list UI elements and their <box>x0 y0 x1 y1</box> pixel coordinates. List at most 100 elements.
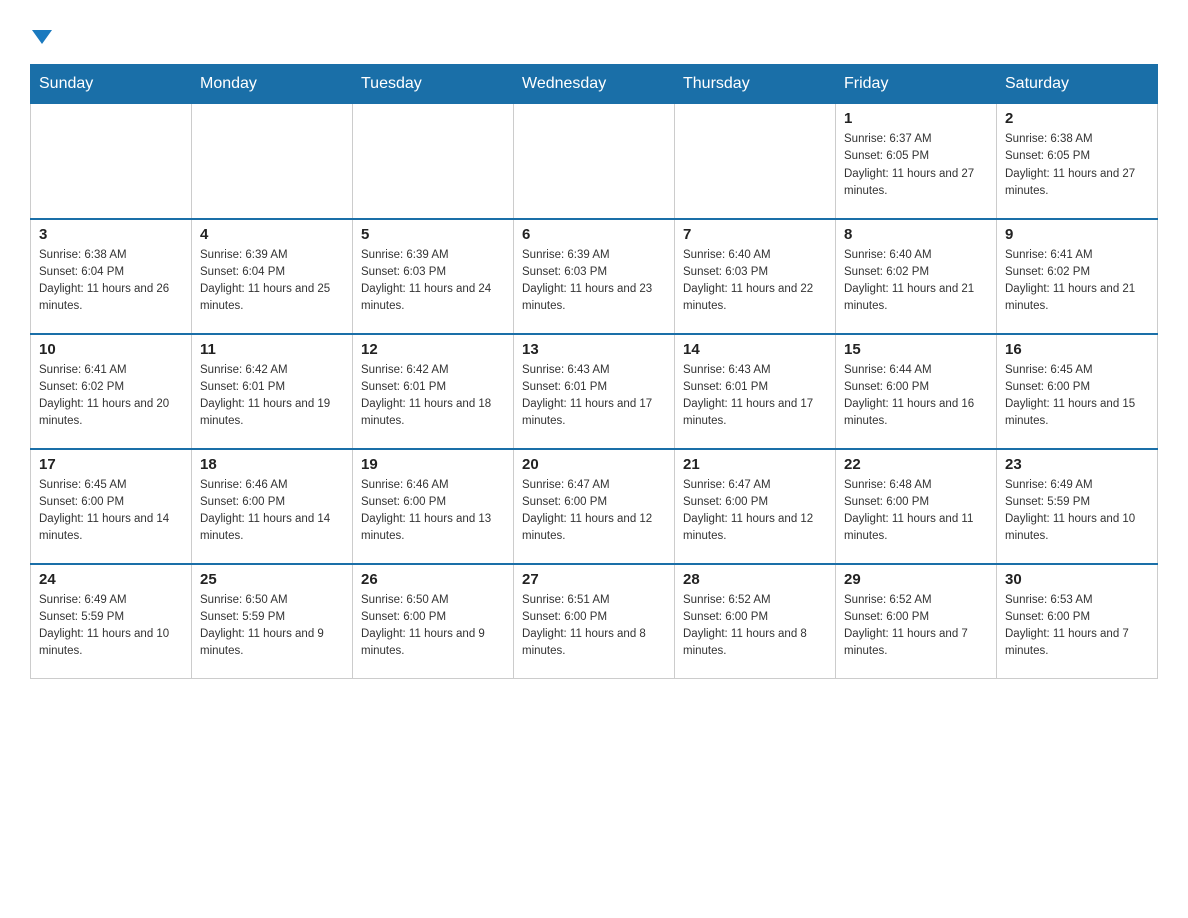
calendar-cell: 15 Sunrise: 6:44 AM Sunset: 6:00 PM Dayli… <box>836 334 997 449</box>
day-info: Sunrise: 6:45 AM Sunset: 6:00 PM Dayligh… <box>1005 362 1149 431</box>
logo <box>30 30 54 44</box>
calendar-week-row: 24 Sunrise: 6:49 AM Sunset: 5:59 PM Dayli… <box>31 564 1158 679</box>
day-number: 29 <box>844 571 988 588</box>
column-header-sunday: Sunday <box>31 65 192 104</box>
calendar-cell: 23 Sunrise: 6:49 AM Sunset: 5:59 PM Dayli… <box>997 449 1158 564</box>
day-number: 13 <box>522 341 666 358</box>
day-number: 23 <box>1005 456 1149 473</box>
day-info: Sunrise: 6:43 AM Sunset: 6:01 PM Dayligh… <box>683 362 827 431</box>
day-number: 9 <box>1005 226 1149 243</box>
day-number: 11 <box>200 341 344 358</box>
calendar-cell: 3 Sunrise: 6:38 AM Sunset: 6:04 PM Daylig… <box>31 219 192 334</box>
calendar-cell: 19 Sunrise: 6:46 AM Sunset: 6:00 PM Dayli… <box>353 449 514 564</box>
day-info: Sunrise: 6:45 AM Sunset: 6:00 PM Dayligh… <box>39 477 183 546</box>
day-info: Sunrise: 6:52 AM Sunset: 6:00 PM Dayligh… <box>844 592 988 661</box>
calendar-cell: 22Sunrise: 6:48 AM Sunset: 6:00 PM Dayli… <box>836 449 997 564</box>
calendar-cell: 12 Sunrise: 6:42 AM Sunset: 6:01 PM Dayli… <box>353 334 514 449</box>
calendar-cell: 9 Sunrise: 6:41 AM Sunset: 6:02 PM Daylig… <box>997 219 1158 334</box>
calendar-cell <box>675 104 836 219</box>
calendar-cell: 17 Sunrise: 6:45 AM Sunset: 6:00 PM Dayli… <box>31 449 192 564</box>
day-number: 6 <box>522 226 666 243</box>
day-number: 10 <box>39 341 183 358</box>
day-number: 5 <box>361 226 505 243</box>
calendar-cell <box>353 104 514 219</box>
day-number: 27 <box>522 571 666 588</box>
calendar-week-row: 1Sunrise: 6:37 AM Sunset: 6:05 PM Daylig… <box>31 104 1158 219</box>
calendar-cell <box>31 104 192 219</box>
day-number: 15 <box>844 341 988 358</box>
calendar-cell: 5 Sunrise: 6:39 AM Sunset: 6:03 PM Daylig… <box>353 219 514 334</box>
day-number: 25 <box>200 571 344 588</box>
day-info: Sunrise: 6:42 AM Sunset: 6:01 PM Dayligh… <box>361 362 505 431</box>
day-info: Sunrise: 6:40 AM Sunset: 6:02 PM Dayligh… <box>844 247 988 316</box>
day-info: Sunrise: 6:49 AM Sunset: 5:59 PM Dayligh… <box>39 592 183 661</box>
calendar-cell: 20 Sunrise: 6:47 AM Sunset: 6:00 PM Dayli… <box>514 449 675 564</box>
day-info: Sunrise: 6:52 AM Sunset: 6:00 PM Dayligh… <box>683 592 827 661</box>
calendar-cell: 18 Sunrise: 6:46 AM Sunset: 6:00 PM Dayli… <box>192 449 353 564</box>
calendar-week-row: 3 Sunrise: 6:38 AM Sunset: 6:04 PM Daylig… <box>31 219 1158 334</box>
calendar-week-row: 10 Sunrise: 6:41 AM Sunset: 6:02 PM Dayli… <box>31 334 1158 449</box>
day-number: 8 <box>844 226 988 243</box>
day-info: Sunrise: 6:49 AM Sunset: 5:59 PM Dayligh… <box>1005 477 1149 546</box>
calendar-cell: 1Sunrise: 6:37 AM Sunset: 6:05 PM Daylig… <box>836 104 997 219</box>
day-info: Sunrise: 6:48 AM Sunset: 6:00 PM Dayligh… <box>844 477 988 546</box>
day-number: 4 <box>200 226 344 243</box>
calendar-cell: 11 Sunrise: 6:42 AM Sunset: 6:01 PM Dayli… <box>192 334 353 449</box>
calendar-cell: 13 Sunrise: 6:43 AM Sunset: 6:01 PM Dayli… <box>514 334 675 449</box>
column-header-monday: Monday <box>192 65 353 104</box>
calendar-cell: 24 Sunrise: 6:49 AM Sunset: 5:59 PM Dayli… <box>31 564 192 679</box>
calendar-cell: 4 Sunrise: 6:39 AM Sunset: 6:04 PM Daylig… <box>192 219 353 334</box>
day-info: Sunrise: 6:39 AM Sunset: 6:03 PM Dayligh… <box>361 247 505 316</box>
day-number: 16 <box>1005 341 1149 358</box>
day-number: 20 <box>522 456 666 473</box>
day-info: Sunrise: 6:41 AM Sunset: 6:02 PM Dayligh… <box>39 362 183 431</box>
column-header-saturday: Saturday <box>997 65 1158 104</box>
day-info: Sunrise: 6:42 AM Sunset: 6:01 PM Dayligh… <box>200 362 344 431</box>
day-info: Sunrise: 6:47 AM Sunset: 6:00 PM Dayligh… <box>683 477 827 546</box>
day-number: 2 <box>1005 110 1149 127</box>
column-header-tuesday: Tuesday <box>353 65 514 104</box>
day-number: 26 <box>361 571 505 588</box>
day-info: Sunrise: 6:51 AM Sunset: 6:00 PM Dayligh… <box>522 592 666 661</box>
day-number: 21 <box>683 456 827 473</box>
calendar-cell: 21 Sunrise: 6:47 AM Sunset: 6:00 PM Dayli… <box>675 449 836 564</box>
calendar-cell: 28Sunrise: 6:52 AM Sunset: 6:00 PM Dayli… <box>675 564 836 679</box>
calendar-cell: 6 Sunrise: 6:39 AM Sunset: 6:03 PM Daylig… <box>514 219 675 334</box>
day-info: Sunrise: 6:43 AM Sunset: 6:01 PM Dayligh… <box>522 362 666 431</box>
day-number: 3 <box>39 226 183 243</box>
day-number: 12 <box>361 341 505 358</box>
calendar-table: SundayMondayTuesdayWednesdayThursdayFrid… <box>30 64 1158 679</box>
column-header-thursday: Thursday <box>675 65 836 104</box>
calendar-cell: 2Sunrise: 6:38 AM Sunset: 6:05 PM Daylig… <box>997 104 1158 219</box>
calendar-cell: 14 Sunrise: 6:43 AM Sunset: 6:01 PM Dayli… <box>675 334 836 449</box>
calendar-cell: 16 Sunrise: 6:45 AM Sunset: 6:00 PM Dayli… <box>997 334 1158 449</box>
day-number: 14 <box>683 341 827 358</box>
day-info: Sunrise: 6:53 AM Sunset: 6:00 PM Dayligh… <box>1005 592 1149 661</box>
day-number: 18 <box>200 456 344 473</box>
day-info: Sunrise: 6:50 AM Sunset: 6:00 PM Dayligh… <box>361 592 505 661</box>
day-info: Sunrise: 6:40 AM Sunset: 6:03 PM Dayligh… <box>683 247 827 316</box>
day-info: Sunrise: 6:44 AM Sunset: 6:00 PM Dayligh… <box>844 362 988 431</box>
calendar-cell: 27 Sunrise: 6:51 AM Sunset: 6:00 PM Dayli… <box>514 564 675 679</box>
day-number: 30 <box>1005 571 1149 588</box>
day-info: Sunrise: 6:50 AM Sunset: 5:59 PM Dayligh… <box>200 592 344 661</box>
day-info: Sunrise: 6:38 AM Sunset: 6:04 PM Dayligh… <box>39 247 183 316</box>
day-info: Sunrise: 6:46 AM Sunset: 6:00 PM Dayligh… <box>361 477 505 546</box>
day-info: Sunrise: 6:46 AM Sunset: 6:00 PM Dayligh… <box>200 477 344 546</box>
day-info: Sunrise: 6:39 AM Sunset: 6:03 PM Dayligh… <box>522 247 666 316</box>
calendar-cell: 7 Sunrise: 6:40 AM Sunset: 6:03 PM Daylig… <box>675 219 836 334</box>
day-info: Sunrise: 6:47 AM Sunset: 6:00 PM Dayligh… <box>522 477 666 546</box>
day-info: Sunrise: 6:41 AM Sunset: 6:02 PM Dayligh… <box>1005 247 1149 316</box>
calendar-cell <box>192 104 353 219</box>
column-header-friday: Friday <box>836 65 997 104</box>
day-info: Sunrise: 6:37 AM Sunset: 6:05 PM Dayligh… <box>844 131 988 200</box>
day-number: 24 <box>39 571 183 588</box>
day-number: 17 <box>39 456 183 473</box>
calendar-cell <box>514 104 675 219</box>
day-info: Sunrise: 6:39 AM Sunset: 6:04 PM Dayligh… <box>200 247 344 316</box>
calendar-cell: 25 Sunrise: 6:50 AM Sunset: 5:59 PM Dayli… <box>192 564 353 679</box>
day-number: 7 <box>683 226 827 243</box>
calendar-cell: 29 Sunrise: 6:52 AM Sunset: 6:00 PM Dayli… <box>836 564 997 679</box>
day-number: 19 <box>361 456 505 473</box>
calendar-cell: 8 Sunrise: 6:40 AM Sunset: 6:02 PM Daylig… <box>836 219 997 334</box>
